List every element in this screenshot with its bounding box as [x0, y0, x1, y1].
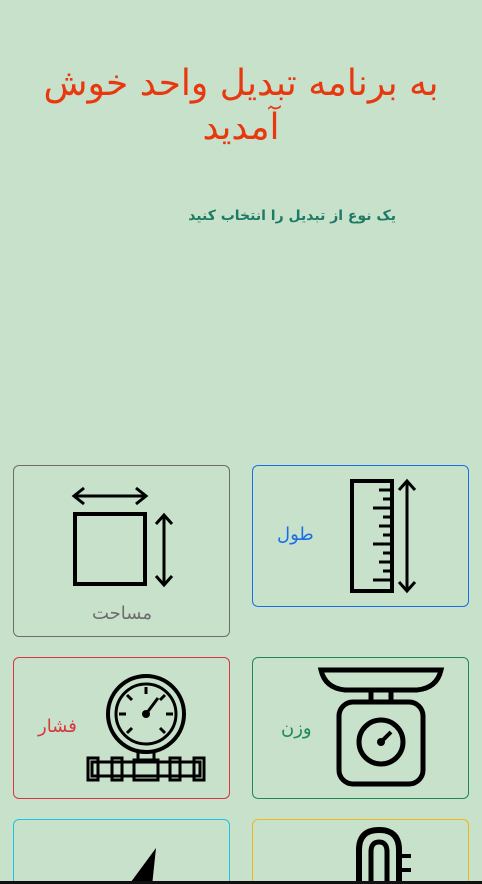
- scale-icon: [317, 667, 445, 787]
- ruler-icon: [350, 478, 417, 594]
- square-area-icon: [71, 486, 174, 588]
- speed-card[interactable]: [13, 819, 230, 884]
- weight-label: وزن: [281, 718, 312, 739]
- main-screen: به برنامه تبدیل واحد خوش آمدید یک نوع از…: [0, 0, 482, 884]
- thermometer-icon: [356, 826, 411, 884]
- weight-card[interactable]: وزن: [252, 657, 469, 799]
- length-card[interactable]: طول: [252, 465, 469, 607]
- area-card[interactable]: مساحت: [13, 465, 230, 637]
- page-title: به برنامه تبدیل واحد خوش آمدید: [43, 63, 439, 148]
- length-label: طول: [277, 524, 314, 545]
- pressure-label: فشار: [38, 716, 77, 737]
- area-label: مساحت: [92, 603, 152, 624]
- pressure-gauge-icon: [86, 674, 206, 782]
- speedometer-icon: [129, 848, 156, 884]
- page-subtitle: یک نوع از تبدیل را انتخاب کنید: [188, 208, 396, 224]
- pressure-card[interactable]: فشار: [13, 657, 230, 799]
- temperature-card[interactable]: [252, 819, 469, 884]
